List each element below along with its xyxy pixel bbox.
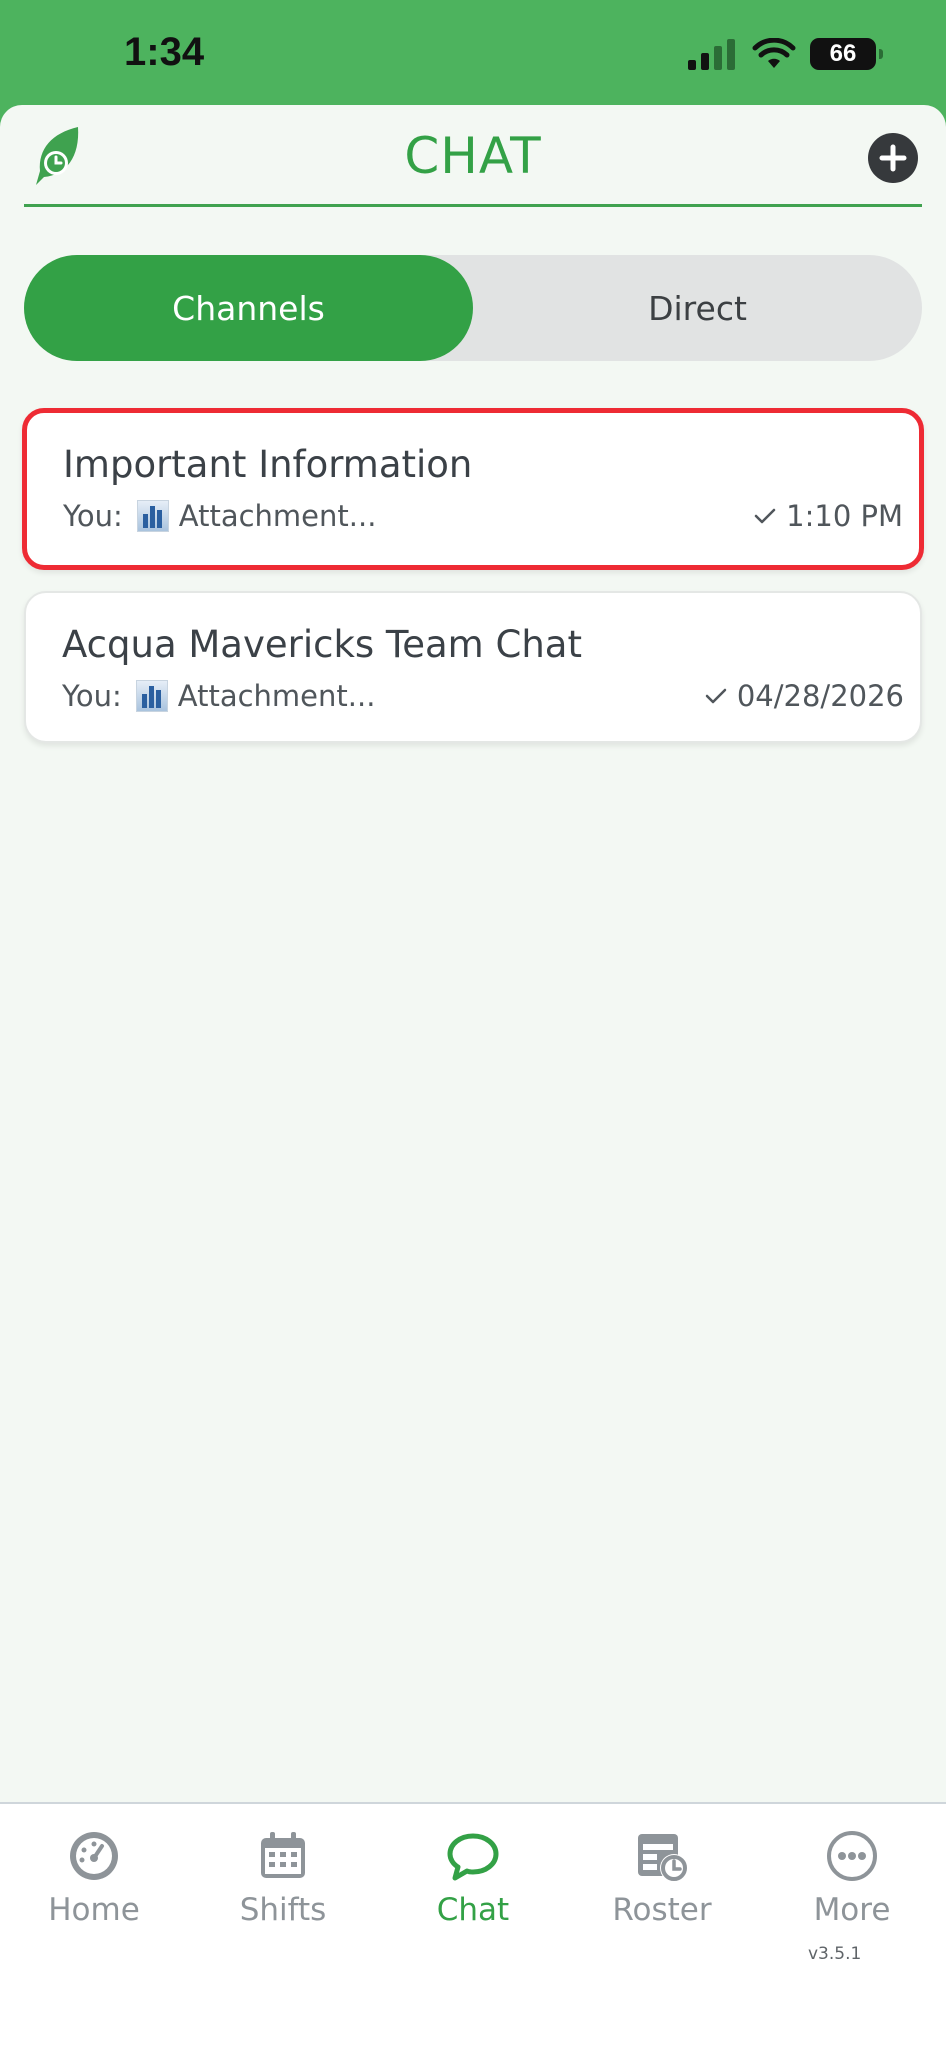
- chat-item-acqua-mavericks[interactable]: Acqua Mavericks Team Chat You: Attachmen…: [24, 591, 922, 743]
- nav-home[interactable]: Home: [14, 1828, 174, 1928]
- nav-label: More: [813, 1892, 891, 1928]
- nav-label: Roster: [612, 1892, 712, 1928]
- chat-meta: 04/28/2026: [705, 679, 904, 713]
- chat-name: Acqua Mavericks Team Chat: [62, 623, 582, 666]
- nav-label: Home: [48, 1892, 140, 1928]
- nav-chat[interactable]: Chat: [393, 1828, 553, 1928]
- chat-meta: 1:10 PM: [754, 499, 903, 533]
- battery-icon: 66: [810, 38, 883, 70]
- app-panel: CHAT Channels Direct Important Informati…: [0, 105, 946, 2048]
- attachment-image-icon: [136, 500, 169, 532]
- chat-preview: You: Attachment...: [63, 499, 376, 533]
- nav-roster[interactable]: Roster: [582, 1828, 742, 1928]
- nav-label: Shifts: [239, 1892, 327, 1928]
- checkmark-icon: [754, 508, 776, 524]
- signal-icon: [688, 39, 735, 70]
- app-version: v3.5.1: [808, 1944, 862, 1964]
- wifi-icon: [752, 38, 796, 68]
- attachment-image-icon: [135, 680, 168, 712]
- chat-time: 1:10 PM: [786, 499, 903, 533]
- add-chat-button[interactable]: [868, 133, 918, 183]
- more-dots-icon: [827, 1831, 877, 1881]
- checkmark-icon: [705, 688, 727, 704]
- chat-date: 04/28/2026: [736, 679, 904, 713]
- channel-type-toggle: Channels Direct: [24, 255, 922, 361]
- status-bar: 1:34 66: [0, 0, 946, 105]
- nav-shifts[interactable]: Shifts: [203, 1828, 363, 1928]
- chat-preview: You: Attachment...: [62, 679, 375, 713]
- calendar-icon: [261, 1832, 305, 1878]
- tab-direct[interactable]: Direct: [473, 255, 922, 361]
- dashboard-gauge-icon: [70, 1832, 118, 1880]
- status-icons: 66: [688, 38, 883, 70]
- bottom-nav: Home Shifts Chat Roster More v3.5.1: [0, 1802, 946, 2048]
- preview-text: Attachment...: [177, 679, 376, 713]
- chat-item-important-information[interactable]: Important Information You: Attachment...…: [22, 408, 924, 570]
- nav-label: Chat: [436, 1892, 510, 1928]
- sender-label: You:: [63, 499, 123, 533]
- status-time: 1:34: [124, 30, 205, 74]
- roster-clock-icon: [638, 1834, 688, 1882]
- tab-channels[interactable]: Channels: [24, 255, 473, 361]
- plus-icon: [879, 144, 907, 172]
- preview-text: Attachment...: [178, 499, 377, 533]
- nav-more[interactable]: More: [772, 1828, 932, 1928]
- sender-label: You:: [62, 679, 122, 713]
- chat-name: Important Information: [63, 443, 473, 486]
- header: CHAT: [24, 105, 922, 207]
- page-title: CHAT: [404, 127, 542, 185]
- chat-bubble-icon: [447, 1833, 499, 1881]
